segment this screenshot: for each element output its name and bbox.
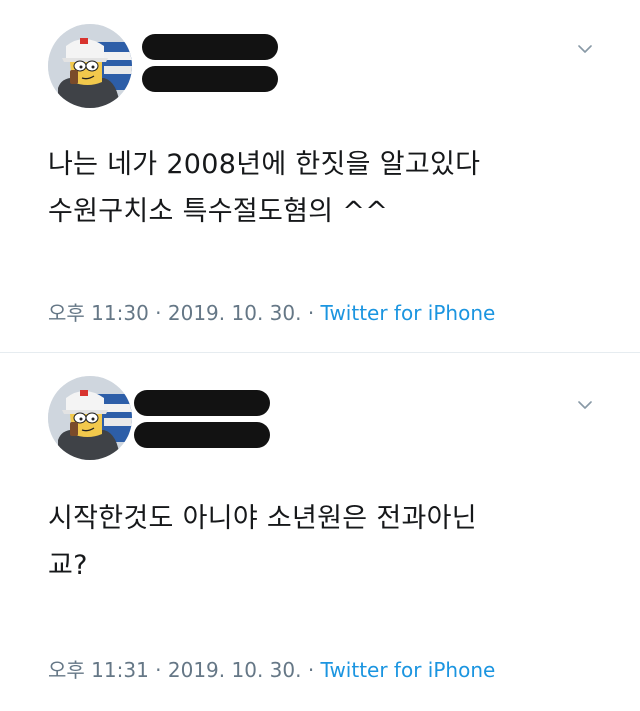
- tweet: 시작한것도 아니야 소년원은 전과아닌 교? 오후 11:31 · 2019. …: [0, 352, 640, 711]
- redacted-username: [142, 66, 278, 92]
- tweet-text: 시작한것도 아니야 소년원은 전과아닌 교?: [48, 495, 608, 589]
- tweet-meta: 오후 11:31 · 2019. 10. 30. · Twitter for i…: [48, 654, 495, 683]
- tweet-time[interactable]: 오후 11:30: [48, 301, 149, 325]
- tweet-text-line: 시작한것도 아니야 소년원은 전과아닌: [48, 503, 477, 534]
- redacted-username: [134, 422, 270, 448]
- tweet-date[interactable]: 2019. 10. 30.: [168, 658, 302, 682]
- meta-separator: ·: [148, 658, 168, 682]
- meta-separator: ·: [148, 301, 168, 325]
- meta-separator: ·: [301, 301, 321, 325]
- chevron-down-icon[interactable]: [578, 42, 592, 56]
- avatar[interactable]: [48, 376, 132, 460]
- bart-simpson-avatar-icon: [48, 24, 132, 108]
- tweet-text-line: 수원구치소 특수절도혐의 ^^: [48, 196, 389, 227]
- tweet-time[interactable]: 오후 11:31: [48, 658, 149, 682]
- tweet-date[interactable]: 2019. 10. 30.: [168, 301, 302, 325]
- meta-separator: ·: [301, 658, 321, 682]
- bart-simpson-avatar-icon: [48, 376, 132, 460]
- chevron-down-icon[interactable]: [578, 398, 592, 412]
- redacted-display-name: [134, 390, 270, 416]
- tweet-text: 나는 네가 2008년에 한짓을 알고있다 수원구치소 특수절도혐의 ^^: [48, 141, 608, 235]
- tweet-meta: 오후 11:30 · 2019. 10. 30. · Twitter for i…: [48, 297, 495, 326]
- tweet: 나는 네가 2008년에 한짓을 알고있다 수원구치소 특수절도혐의 ^^ 오후…: [0, 0, 640, 352]
- tweet-source-link[interactable]: Twitter for iPhone: [321, 301, 496, 325]
- tweet-text-line: 나는 네가 2008년에 한짓을 알고있다: [48, 149, 481, 180]
- tweet-text-line: 교?: [48, 550, 88, 581]
- redacted-display-name: [142, 34, 278, 60]
- tweet-source-link[interactable]: Twitter for iPhone: [321, 658, 496, 682]
- avatar[interactable]: [48, 24, 132, 108]
